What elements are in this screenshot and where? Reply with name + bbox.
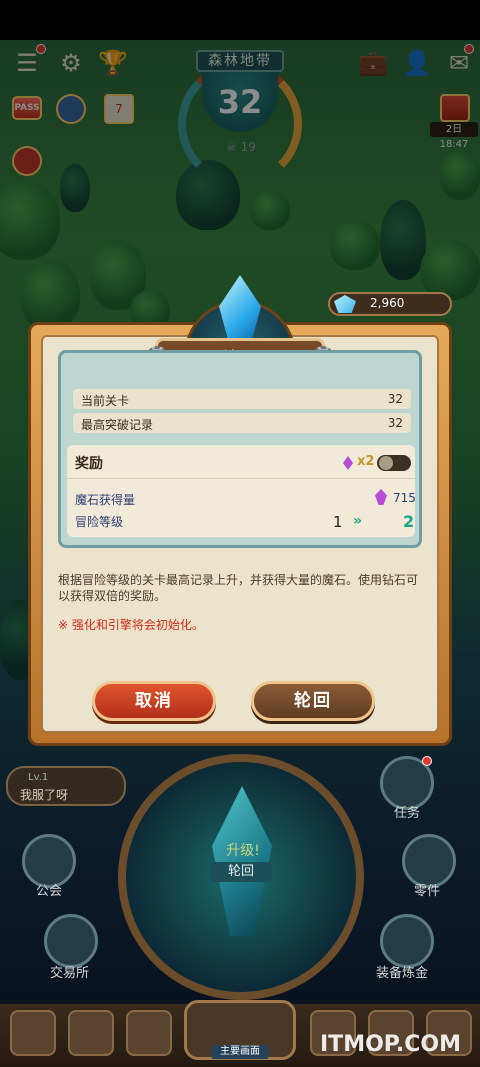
magic-stone-icon [375, 489, 387, 505]
double-reward-toggle[interactable] [377, 455, 411, 471]
notification-dot [422, 756, 432, 766]
stat-value: 32 [387, 416, 403, 430]
trade-button[interactable] [44, 914, 98, 968]
nav-engine-icon[interactable] [126, 1010, 172, 1056]
player-plate[interactable]: Lv.1 我服了呀 [6, 766, 126, 806]
guild-label: 公会 [36, 884, 63, 899]
nav-main-screen[interactable]: 主要画面 [184, 1000, 296, 1060]
stone-reward-label: 魔石获得量 [75, 493, 136, 507]
reset-warning: ※ 强化和引擎将会初始化。 [58, 618, 204, 632]
stat-label: 当前关卡 [81, 394, 130, 408]
rebirth-confirm-button[interactable]: 轮回 [251, 681, 375, 721]
status-bar [0, 0, 480, 40]
dial-rebirth-label: 轮回 [210, 862, 272, 882]
nav-propeller-icon[interactable] [68, 1010, 114, 1056]
magic-stone-icon [343, 456, 353, 470]
parts-label: 零件 [414, 884, 441, 899]
adventure-level-label: 冒险等级 [75, 515, 124, 529]
level-from: 1 [333, 513, 343, 531]
double-reward-label: x2 [357, 454, 375, 469]
stat-row-current-stage: 当前关卡 32 [73, 389, 411, 409]
level-arrow-icon: » [353, 513, 363, 529]
trade-label: 交易所 [50, 966, 90, 981]
diamond-icon [334, 295, 356, 313]
watermark: ITMOP.COM [320, 1032, 461, 1057]
stat-label: 最高突破记录 [81, 418, 154, 432]
level-to: 2 [403, 512, 415, 531]
main-screen-label: 主要画面 [211, 1045, 269, 1059]
forge-label: 装备炼金 [376, 966, 429, 981]
forge-button[interactable] [380, 914, 434, 968]
dialog-description: 根据冒险等级的关卡最高记录上升，并获得大量的魔石。使用钻石可以获得双倍的奖励。 [58, 573, 419, 603]
cancel-button[interactable]: 取消 [92, 681, 216, 721]
dial-upgrade-label: 升级! [226, 843, 260, 859]
reward-box: 奖励 x2 魔石获得量 715 冒险等级 1 » 2 [67, 445, 416, 537]
player-level: Lv.1 [28, 772, 49, 783]
nav-equipment-icon[interactable] [10, 1010, 56, 1056]
reward-header: 奖励 x2 [67, 445, 415, 479]
player-name: 我服了呀 [20, 788, 69, 802]
gem-counter[interactable]: 2,960 [328, 292, 452, 316]
stat-row-best-record: 最高突破记录 32 [73, 413, 411, 433]
stone-reward-value: 715 [393, 491, 416, 505]
reward-title: 奖励 [75, 456, 103, 472]
gem-value: 2,960 [370, 296, 405, 310]
stat-value: 32 [387, 392, 403, 406]
toggle-knob [379, 456, 393, 470]
info-panel: 当前关卡 32 最高突破记录 32 奖励 x2 魔石获得量 715 冒险等级 1… [58, 350, 422, 548]
quest-label: 任务 [394, 806, 421, 821]
